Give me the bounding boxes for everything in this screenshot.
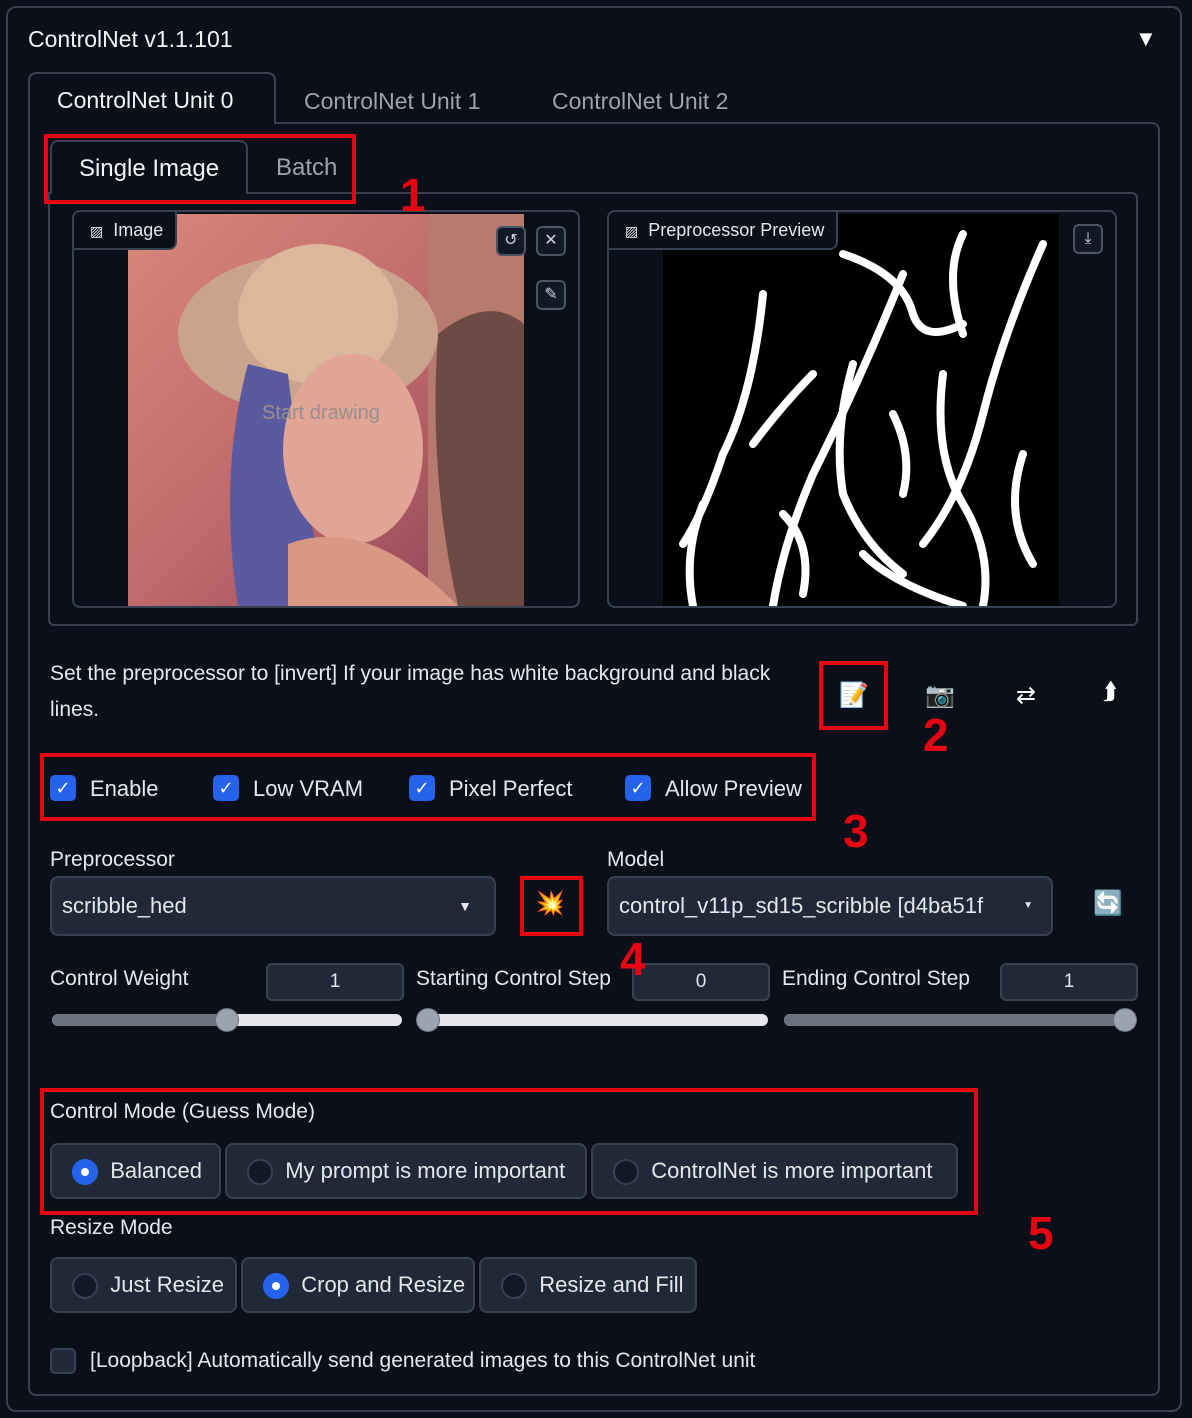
- preprocessor-dropdown[interactable]: scribble_hed ▼: [50, 876, 496, 936]
- resize-mode-crop-and-resize[interactable]: Crop and Resize: [241, 1257, 475, 1313]
- ending-step-label: Ending Control Step: [782, 967, 970, 990]
- control-weight-input[interactable]: 1: [266, 963, 404, 1001]
- refresh-icon[interactable]: 🔄: [1086, 884, 1130, 924]
- control-weight-thumb[interactable]: [215, 1008, 239, 1032]
- brush-icon[interactable]: ✎: [536, 280, 566, 310]
- option-label: Crop and Resize: [301, 1272, 466, 1297]
- preprocessor-preview-panel: ▨ Preprocessor Preview ⤓: [607, 210, 1117, 608]
- image-label: ▨ Image: [74, 212, 178, 250]
- annotation-box-5: [40, 1088, 978, 1215]
- preview-image: [663, 214, 1059, 606]
- ending-step-input[interactable]: 1: [1000, 963, 1138, 1001]
- radio-icon: [72, 1273, 98, 1300]
- annotation-box-1: [44, 134, 356, 204]
- tab-unit-0[interactable]: ControlNet Unit 0: [28, 72, 276, 124]
- image-input-panel: Start drawing ▨ Image ↺ ✕ ✎: [72, 210, 580, 608]
- annotation-number-2: 2: [923, 709, 949, 761]
- loopback-checkbox[interactable]: [50, 1348, 76, 1374]
- starting-step-label: Starting Control Step: [416, 967, 611, 990]
- tab-unit-2[interactable]: ControlNet Unit 2: [524, 86, 756, 124]
- image-label-text: Image: [113, 220, 164, 240]
- annotation-box-2: [819, 661, 888, 730]
- model-label: Model: [607, 848, 665, 871]
- annotation-number-3: 3: [843, 805, 869, 857]
- model-dropdown[interactable]: control_v11p_sd15_scribble [d4ba51f ▼: [607, 876, 1053, 936]
- preprocessor-hint: Set the preprocessor to [invert] If your…: [50, 662, 771, 721]
- starting-step-thumb[interactable]: [416, 1008, 440, 1032]
- image-icon: ▨: [90, 223, 104, 239]
- preview-label: ▨ Preprocessor Preview: [609, 212, 839, 250]
- input-image[interactable]: Start drawing: [128, 214, 524, 606]
- overlay-text: Start drawing: [262, 402, 380, 424]
- download-icon[interactable]: ⤓: [1073, 224, 1103, 254]
- resize-mode-just-resize[interactable]: Just Resize: [50, 1257, 237, 1313]
- chevron-down-icon: ▼: [458, 898, 472, 914]
- loopback-label: [Loopback] Automatically send generated …: [90, 1349, 756, 1372]
- radio-icon: [501, 1273, 527, 1300]
- swap-icon[interactable]: ⇄: [1004, 676, 1048, 716]
- radio-icon: [263, 1273, 289, 1300]
- annotation-number-5: 5: [1028, 1207, 1054, 1259]
- annotation-box-4: [520, 876, 583, 936]
- send-dimensions-icon[interactable]: ⮭: [1088, 672, 1132, 712]
- panel-title: ControlNet v1.1.101: [28, 26, 233, 52]
- resize-mode-label: Resize Mode: [50, 1216, 173, 1239]
- option-label: Just Resize: [110, 1272, 224, 1297]
- collapse-icon[interactable]: ▼: [1135, 28, 1157, 50]
- annotation-number-4: 4: [620, 933, 646, 985]
- image-icon: ▨: [625, 223, 639, 239]
- ending-step-thumb[interactable]: [1113, 1008, 1137, 1032]
- close-icon[interactable]: ✕: [536, 226, 566, 256]
- starting-step-slider[interactable]: [418, 1014, 768, 1026]
- preprocessor-label: Preprocessor: [50, 848, 175, 871]
- control-weight-label: Control Weight: [50, 967, 189, 990]
- chevron-down-icon: ▼: [1023, 900, 1033, 911]
- preview-label-text: Preprocessor Preview: [648, 220, 825, 240]
- tab-unit-1[interactable]: ControlNet Unit 1: [276, 86, 508, 124]
- preprocessor-value: scribble_hed: [62, 893, 187, 918]
- annotation-box-3: [40, 753, 816, 821]
- undo-icon[interactable]: ↺: [496, 226, 526, 256]
- model-value: control_v11p_sd15_scribble [d4ba51f: [619, 893, 984, 918]
- annotation-number-1: 1: [400, 169, 426, 221]
- option-label: Resize and Fill: [539, 1272, 684, 1297]
- resize-mode-resize-and-fill[interactable]: Resize and Fill: [479, 1257, 697, 1313]
- starting-step-input[interactable]: 0: [632, 963, 770, 1001]
- ending-step-slider[interactable]: [784, 1014, 1134, 1026]
